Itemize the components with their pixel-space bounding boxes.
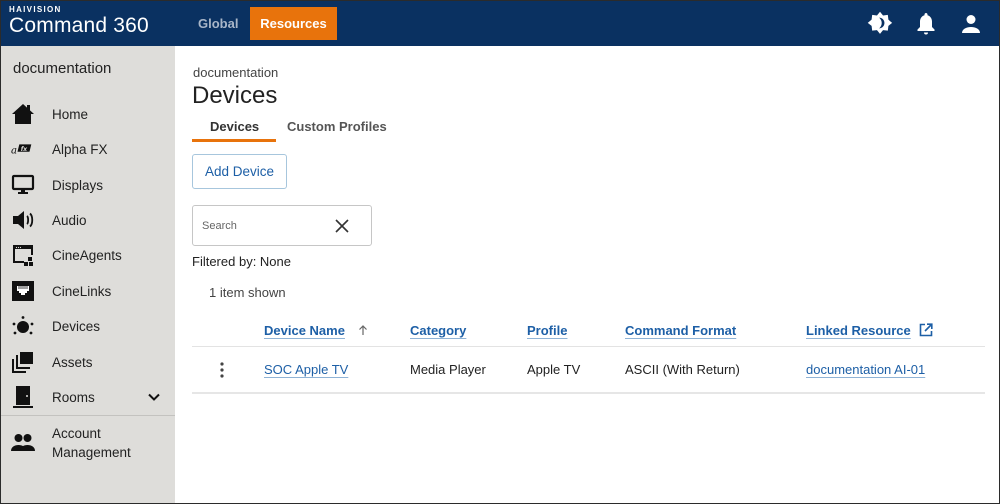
brand-product: Command 360 bbox=[9, 14, 149, 37]
devices-icon bbox=[11, 314, 35, 338]
column-header-command-format[interactable]: Command Format bbox=[625, 323, 736, 338]
sidebar-item-cineagents[interactable]: CineAgents bbox=[1, 240, 175, 270]
monitor-icon bbox=[11, 173, 35, 197]
sidebar-item-label: CineLinks bbox=[52, 283, 112, 299]
sidebar-item-label: Alpha FX bbox=[52, 141, 108, 157]
breadcrumb[interactable]: documentation bbox=[193, 65, 278, 80]
cell-device-name[interactable]: SOC Apple TV bbox=[264, 362, 348, 377]
cell-command-format: ASCII (With Return) bbox=[625, 362, 740, 377]
column-header-profile[interactable]: Profile bbox=[527, 323, 567, 338]
alpha-fx-icon: a fx bbox=[11, 137, 35, 161]
sidebar-title: documentation bbox=[13, 60, 112, 77]
sidebar-item-home[interactable]: Home bbox=[1, 99, 175, 129]
sidebar-item-rooms[interactable]: Rooms bbox=[1, 382, 175, 412]
sidebar-item-label-line1: Account bbox=[52, 426, 101, 441]
close-icon[interactable] bbox=[333, 217, 351, 235]
sidebar-item-assets[interactable]: Assets bbox=[1, 347, 175, 377]
top-bar: HAIVISION Command 360 Global Resources bbox=[1, 1, 999, 46]
column-header-category[interactable]: Category bbox=[410, 323, 466, 338]
filter-status: Filtered by: None bbox=[192, 254, 291, 269]
tab-custom-profiles[interactable]: Custom Profiles bbox=[287, 119, 387, 134]
assets-icon bbox=[11, 350, 35, 374]
speaker-icon bbox=[11, 208, 35, 232]
cell-profile: Apple TV bbox=[527, 362, 581, 377]
cell-category: Media Player bbox=[410, 362, 486, 377]
sidebar-divider bbox=[1, 415, 175, 416]
sidebar-item-label: Account Management bbox=[52, 424, 131, 462]
active-tab-indicator bbox=[192, 139, 276, 142]
sidebar-item-cinelinks[interactable]: CineLinks bbox=[1, 276, 175, 306]
cell-linked-resource[interactable]: documentation AI-01 bbox=[806, 362, 925, 377]
people-icon bbox=[11, 431, 35, 455]
sidebar-item-devices[interactable]: Devices bbox=[1, 311, 175, 341]
cineagents-icon bbox=[11, 243, 35, 267]
user-icon[interactable] bbox=[956, 9, 986, 39]
sidebar-item-label-line2: Management bbox=[52, 445, 131, 460]
sidebar-item-label: Rooms bbox=[52, 389, 95, 405]
external-link-icon[interactable] bbox=[919, 323, 933, 337]
app-window: HAIVISION Command 360 Global Resources d… bbox=[0, 0, 1000, 504]
row-divider bbox=[192, 392, 985, 394]
sidebar-item-label: Displays bbox=[52, 177, 104, 193]
add-device-button[interactable]: Add Device bbox=[192, 154, 287, 189]
sidebar-item-alpha-fx[interactable]: a fx Alpha FX bbox=[1, 134, 175, 164]
main-content: documentation Devices Devices Custom Pro… bbox=[175, 46, 999, 503]
home-icon bbox=[11, 102, 35, 126]
door-icon bbox=[11, 385, 35, 409]
sidebar-item-label: CineAgents bbox=[52, 247, 122, 263]
svg-text:a: a bbox=[11, 146, 17, 157]
sidebar-item-label: Devices bbox=[52, 318, 101, 334]
row-actions-menu[interactable] bbox=[214, 360, 230, 380]
nav-resources[interactable]: Resources bbox=[250, 7, 337, 40]
kebab-menu-icon bbox=[220, 362, 224, 378]
sidebar-item-label: Home bbox=[52, 106, 89, 122]
page-title: Devices bbox=[192, 82, 278, 109]
search-input[interactable] bbox=[202, 217, 322, 235]
sidebar: documentation Home a fx Alpha FX Display… bbox=[1, 46, 175, 503]
ethernet-port-icon bbox=[11, 279, 35, 303]
sort-ascending-icon[interactable] bbox=[357, 324, 369, 336]
header-divider bbox=[192, 346, 985, 347]
nav-global[interactable]: Global bbox=[198, 16, 238, 31]
sidebar-item-label: Audio bbox=[52, 212, 87, 228]
items-shown-count: 1 item shown bbox=[209, 285, 286, 300]
chevron-down-icon[interactable] bbox=[146, 389, 162, 405]
brand-logo[interactable]: HAIVISION Command 360 bbox=[9, 5, 149, 38]
sidebar-item-label: Assets bbox=[52, 354, 93, 370]
tab-devices[interactable]: Devices bbox=[210, 119, 259, 134]
svg-text:fx: fx bbox=[21, 146, 29, 153]
column-header-device-name[interactable]: Device Name bbox=[264, 323, 345, 338]
search-field[interactable] bbox=[192, 205, 372, 246]
sidebar-item-audio[interactable]: Audio bbox=[1, 205, 175, 235]
bell-icon[interactable] bbox=[911, 9, 941, 39]
sidebar-item-displays[interactable]: Displays bbox=[1, 170, 175, 200]
brand-company: HAIVISION bbox=[9, 5, 62, 14]
column-header-linked-resource[interactable]: Linked Resource bbox=[806, 323, 911, 338]
theme-toggle-icon[interactable] bbox=[865, 9, 895, 39]
